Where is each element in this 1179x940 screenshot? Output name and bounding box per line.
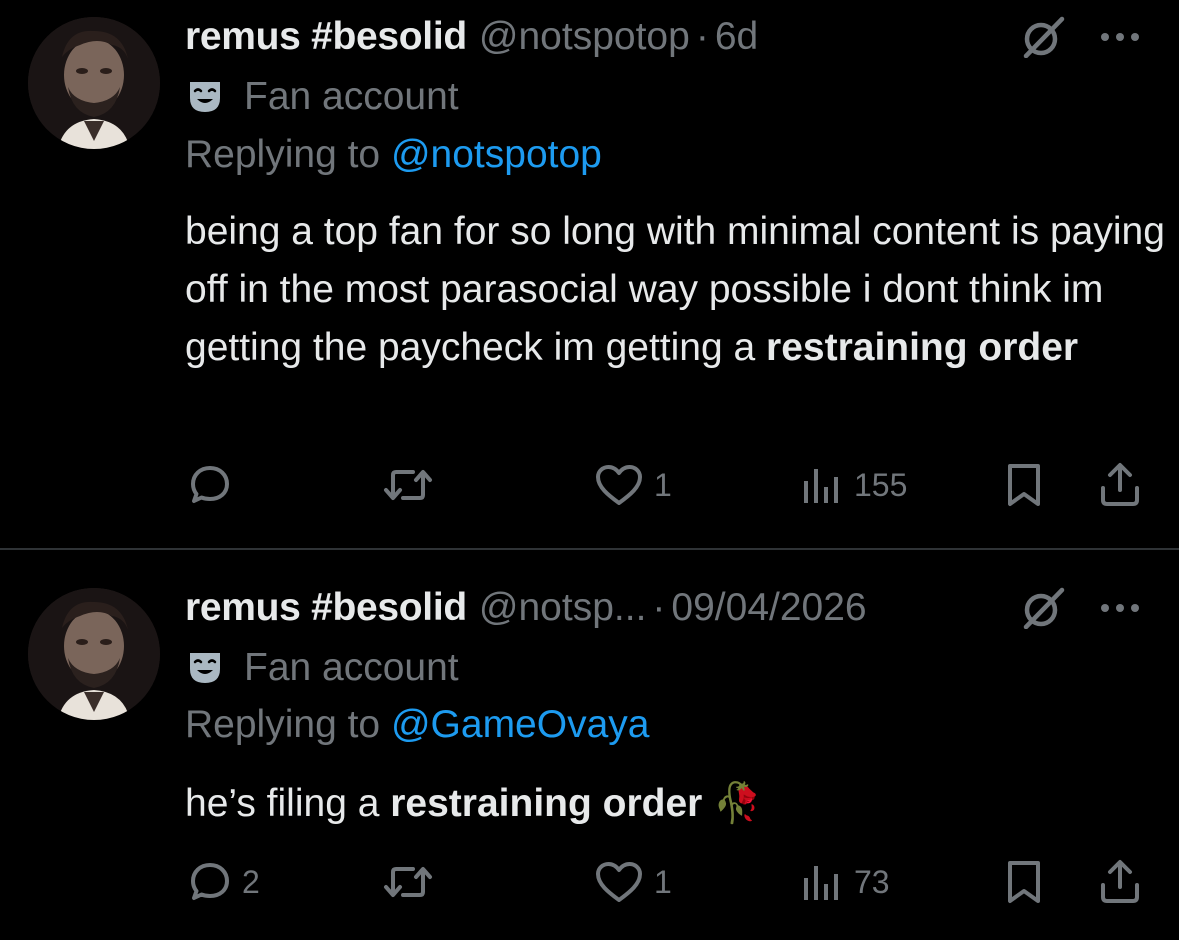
heart-icon	[596, 862, 642, 902]
theater-mask-icon	[190, 82, 220, 112]
tweet-text-bold: restraining order	[766, 326, 1079, 369]
grok-slash-icon[interactable]	[1020, 587, 1066, 629]
reply-button[interactable]: 2	[188, 852, 260, 912]
like-button[interactable]: 1	[594, 455, 672, 515]
fan-account-text: Fan account	[244, 646, 459, 689]
action-bar: 2 1 73	[0, 852, 1179, 912]
views-button[interactable]: 155	[800, 455, 907, 515]
bookmark-button[interactable]	[1002, 455, 1046, 515]
views-chart-icon	[804, 469, 838, 503]
share-button[interactable]	[1098, 455, 1142, 515]
share-icon	[1101, 860, 1139, 903]
handle[interactable]: @notspotop	[479, 15, 690, 59]
timestamp[interactable]: 09/04/2026	[671, 586, 866, 630]
tweet-text: being a top fan for so long with minimal…	[185, 203, 1165, 377]
tweet-header: remus #besolid @notsp... · 09/04/2026	[185, 583, 1159, 633]
wilted-rose-emoji: 🥀	[713, 782, 762, 825]
fan-account-label: Fan account	[188, 73, 459, 121]
tweet[interactable]: remus #besolid @notspotop · 6d Fan accou…	[0, 0, 1179, 548]
separator-dot: ·	[695, 15, 709, 58]
tweet-text-bold: restraining order	[390, 782, 703, 825]
tweet-text: he’s filing a restraining order 🥀	[185, 775, 1165, 833]
bookmark-button[interactable]	[1002, 852, 1046, 912]
bookmark-icon	[1008, 464, 1040, 506]
retweet-icon	[384, 470, 432, 500]
avatar[interactable]	[28, 17, 160, 149]
like-count: 1	[654, 863, 672, 900]
reply-count: 2	[242, 863, 260, 900]
tweet[interactable]: remus #besolid @notsp... · 09/04/2026 Fa…	[0, 551, 1179, 940]
action-bar: 1 155	[0, 455, 1179, 515]
retweet-icon	[384, 867, 432, 897]
tweet-divider	[0, 548, 1179, 550]
retweet-button[interactable]	[383, 852, 443, 912]
reply-icon	[191, 863, 229, 900]
bookmark-icon	[1008, 861, 1040, 903]
views-count: 73	[854, 863, 890, 900]
views-chart-icon	[804, 866, 838, 900]
separator-dot: ·	[652, 586, 666, 629]
like-button[interactable]: 1	[594, 852, 672, 912]
replying-prefix: Replying to	[185, 703, 391, 746]
display-name[interactable]: remus #besolid	[185, 15, 467, 59]
share-button[interactable]	[1098, 852, 1142, 912]
avatar-portrait	[28, 588, 160, 720]
heart-icon	[596, 465, 642, 505]
reply-icon	[191, 466, 229, 503]
reply-button[interactable]	[188, 455, 242, 515]
replying-mention-link[interactable]: @notspotop	[391, 133, 602, 176]
avatar[interactable]	[28, 588, 160, 720]
views-count: 155	[854, 466, 908, 503]
like-count: 1	[654, 466, 672, 503]
avatar-portrait	[28, 17, 160, 149]
retweet-button[interactable]	[383, 455, 443, 515]
theater-mask-icon	[190, 653, 220, 683]
handle[interactable]: @notsp...	[479, 586, 647, 630]
timestamp[interactable]: 6d	[715, 15, 758, 59]
replying-mention-link[interactable]: @GameOvaya	[391, 703, 650, 746]
share-icon	[1101, 463, 1139, 506]
fan-account-text: Fan account	[244, 75, 459, 118]
more-options-icon[interactable]	[1097, 22, 1143, 52]
more-options-icon[interactable]	[1097, 593, 1143, 623]
fan-account-label: Fan account	[188, 644, 459, 692]
replying-to: Replying to @notspotop	[185, 133, 602, 177]
grok-slash-icon[interactable]	[1020, 16, 1066, 58]
replying-to: Replying to @GameOvaya	[185, 703, 649, 747]
display-name[interactable]: remus #besolid	[185, 586, 467, 630]
replying-prefix: Replying to	[185, 133, 391, 176]
tweet-header: remus #besolid @notspotop · 6d	[185, 12, 1159, 62]
views-button[interactable]: 73	[800, 852, 890, 912]
tweet-text-plain: he’s filing a	[185, 782, 391, 825]
